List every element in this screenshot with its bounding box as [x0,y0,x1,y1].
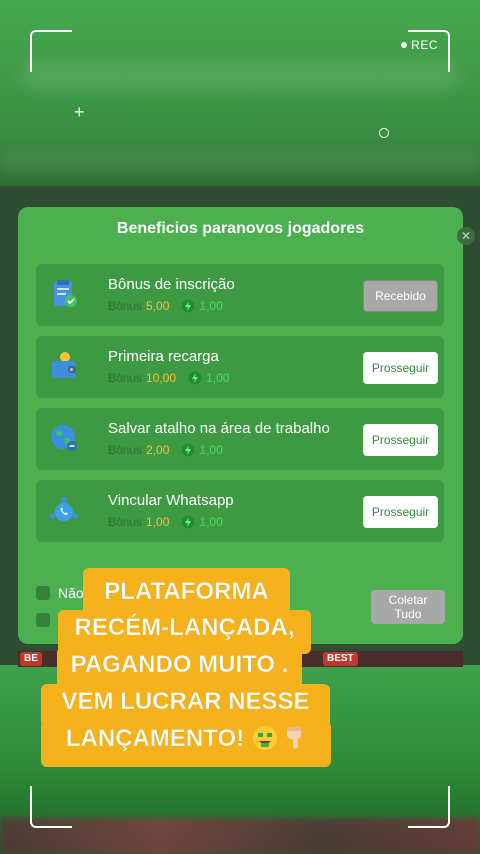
bonus-value: 2,00 [146,443,170,457]
benefit-card: Primeira recarga Bônus 10,00 1,00 Prosse… [36,336,444,398]
bonus-label: Bônus [108,443,143,457]
energy-bolt-icon [188,371,202,385]
energy-bolt-icon [181,515,195,529]
benefit-card: Salvar atalho na área de trabalho Bônus … [36,408,444,470]
continue-button[interactable]: Prosseguir [363,496,438,528]
caption-line: LANÇAMENTO! [41,721,331,767]
energy-bolt-icon [181,443,195,457]
close-icon[interactable]: ✕ [457,227,475,245]
card-title: Bônus de inscrição [108,276,235,293]
bonus-label: Bônus [108,515,143,529]
checkbox-label: Não [58,585,84,601]
background-blur [20,60,460,90]
energy-value: 1,00 [199,443,223,457]
rec-label: REC [411,38,438,52]
energy-value: 1,00 [199,515,223,529]
caption-text: PAGANDO MUITO . [70,651,289,678]
checkbox[interactable] [36,586,50,600]
caption-text: RECÉM-LANÇADA, [74,614,295,641]
circle-icon [379,128,389,138]
card-rewards: Bônus 1,00 1,00 [108,515,223,529]
background-blur [0,150,480,172]
collect-label-line2: Tudo [394,607,422,621]
collect-all-button[interactable]: Coletar Tudo [371,590,445,624]
bonus-value: 1,00 [146,515,170,529]
card-title: Primeira recarga [108,348,219,365]
card-title: Salvar atalho na área de trabalho [108,420,330,437]
energy-value: 1,00 [206,371,230,385]
bonus-label: Bônus [108,299,143,313]
frame-corner-bottom-left [30,786,72,828]
caption-text: VEM LUCRAR NESSE [61,688,310,715]
card-rewards: Bônus 2,00 1,00 [108,443,223,457]
clipboard-check-icon [54,280,77,307]
card-rewards: Bônus 10,00 1,00 [108,371,229,385]
checkbox[interactable] [36,613,50,627]
rec-dot-icon [401,42,408,48]
wallet-coin-icon [52,352,76,378]
energy-value: 1,00 [199,299,223,313]
caption-text: PLATAFORMA [104,578,269,605]
promo-tag: BEST [323,652,358,666]
plus-icon: + [74,102,85,122]
caption-text: LANÇAMENTO! [65,725,245,752]
continue-button[interactable]: Prosseguir [363,424,438,456]
promo-tag: BE [20,652,42,666]
benefit-card: Bônus de inscrição Bônus 5,00 1,00 Receb… [36,264,444,326]
card-rewards: Bônus 5,00 1,00 [108,299,223,313]
received-button[interactable]: Recebido [363,280,438,312]
collect-label-line1: Coletar [388,593,428,607]
frame-corner-top-left [30,30,72,72]
card-title: Vincular Whatsapp [108,492,234,509]
pointing-down-emoji-icon [287,727,302,749]
globe-link-icon [51,425,77,451]
whatsapp-icon [50,497,78,521]
modal-title: Beneficios paranovos jogadores [116,220,365,237]
bonus-value: 10,00 [146,371,177,385]
bonus-label: Bônus [108,371,143,385]
money-face-emoji-icon [253,726,278,750]
continue-button[interactable]: Prosseguir [363,352,438,384]
bonus-value: 5,00 [146,299,170,313]
benefit-card: Vincular Whatsapp Bônus 1,00 1,00 Prosse… [36,480,444,542]
dont-show-again-row[interactable]: Não [36,585,84,601]
frame-corner-bottom-right [408,786,450,828]
energy-bolt-icon [181,299,195,313]
rec-indicator: REC [401,38,438,52]
